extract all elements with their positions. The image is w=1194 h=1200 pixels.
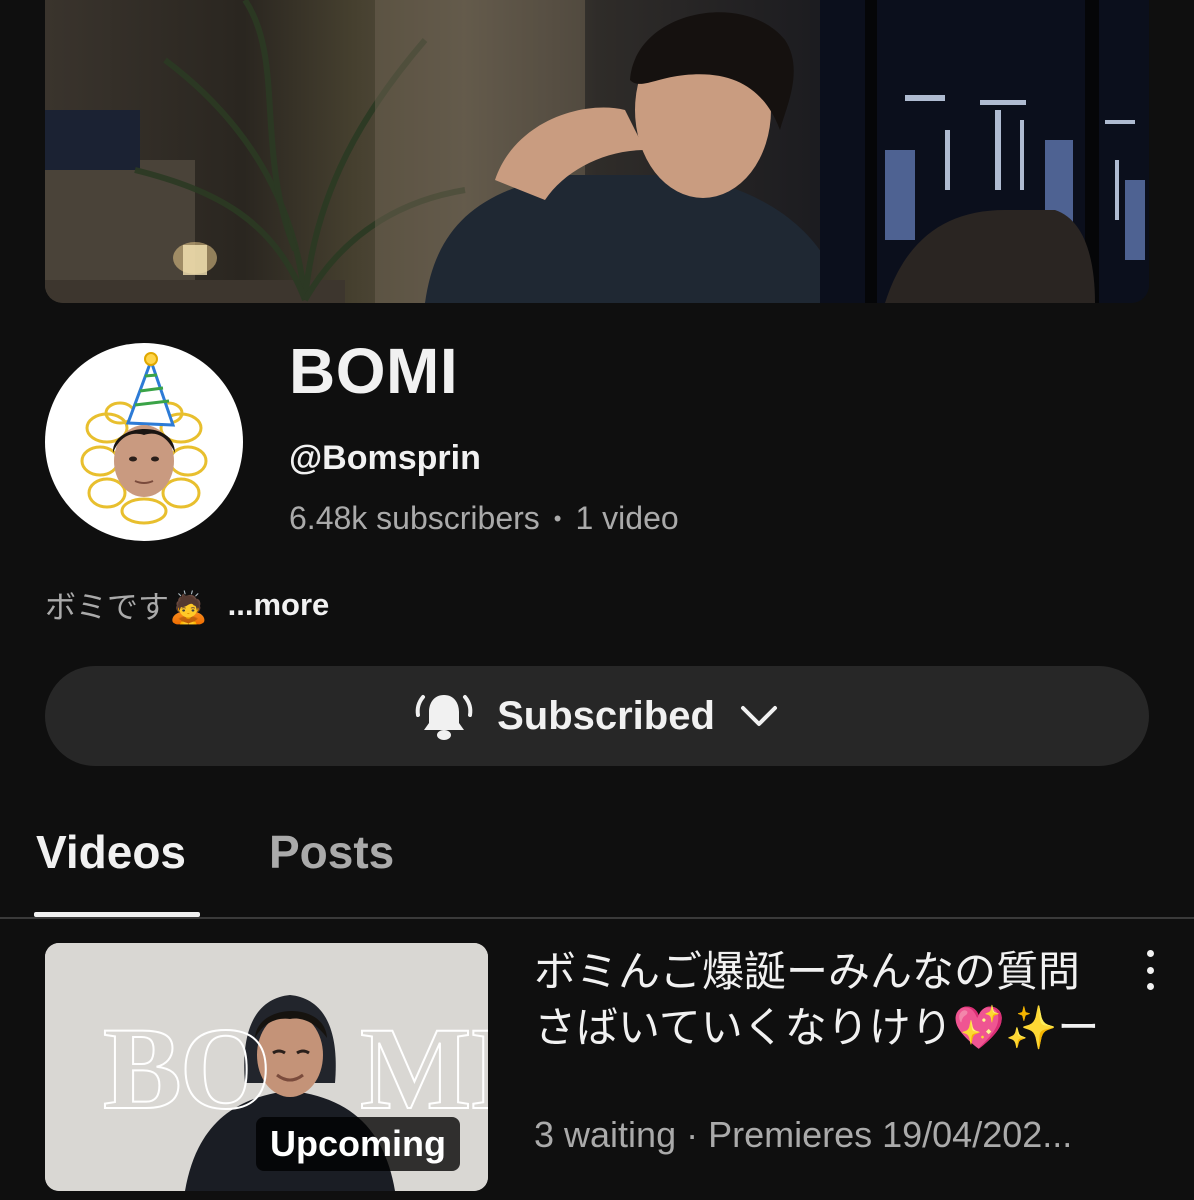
channel-banner — [45, 0, 1149, 303]
channel-avatar[interactable] — [45, 343, 243, 541]
banner-photo — [45, 0, 1149, 303]
tab-posts[interactable]: Posts — [269, 825, 394, 879]
subscribed-button[interactable]: Subscribed — [45, 666, 1149, 766]
video-meta: 3 waiting · Premieres 19/04/202... — [534, 1114, 1073, 1155]
channel-tabs: Videos Posts — [0, 800, 1194, 918]
channel-stats: 6.48k subscribers • 1 video — [289, 500, 679, 537]
subscribed-label: Subscribed — [497, 693, 715, 738]
bell-icon — [415, 695, 473, 740]
subscriber-count: 6.48k subscribers — [289, 500, 540, 536]
tabs-divider — [0, 917, 1194, 919]
upcoming-badge: Upcoming — [256, 1117, 460, 1171]
more-link[interactable]: ...more — [228, 587, 330, 623]
video-thumbnail[interactable]: BO MI Upcoming — [45, 943, 488, 1191]
tab-videos[interactable]: Videos — [36, 825, 186, 879]
stats-separator: • — [553, 505, 562, 531]
more-vert-icon[interactable] — [1138, 950, 1162, 990]
channel-description[interactable]: ボミです🙇 ...more — [45, 582, 329, 627]
kebab-dot — [1146, 950, 1154, 957]
channel-name: BOMI — [289, 335, 459, 407]
thumbnail-text-left: BO — [102, 1002, 272, 1135]
channel-handle: @Bomsprin — [289, 439, 481, 477]
description-text: ボミです🙇 — [45, 590, 208, 625]
video-count: 1 video — [575, 500, 679, 536]
avatar-image — [80, 352, 208, 525]
kebab-dot — [1146, 966, 1154, 974]
kebab-dot — [1146, 983, 1154, 990]
video-title[interactable]: ボミんご爆誕ーみんなの質問さばいていくなりけり💖✨ー — [534, 944, 1114, 1056]
chevron-down-icon — [740, 706, 777, 726]
